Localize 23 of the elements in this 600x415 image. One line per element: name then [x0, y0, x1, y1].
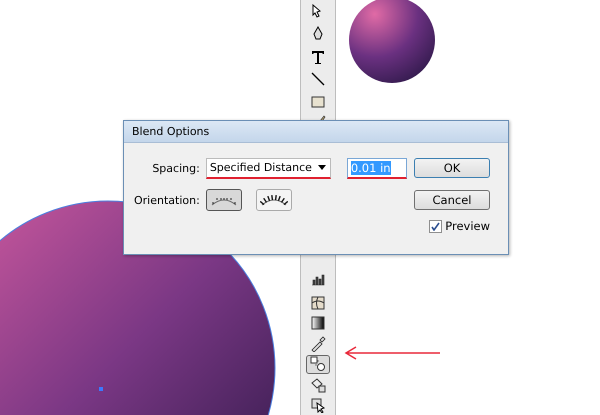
- spacing-label: Spacing:: [152, 162, 200, 174]
- line-icon: [310, 71, 326, 88]
- preview-label: Preview: [445, 219, 490, 233]
- gradient-icon: [310, 315, 326, 332]
- orientation-button[interactable]: [256, 189, 292, 211]
- mesh-icon: [310, 295, 326, 312]
- paint-bucket-icon: [310, 376, 326, 393]
- dropdown-arrow-icon: [318, 165, 326, 170]
- ok-button[interactable]: OK: [414, 158, 490, 178]
- type-icon: [310, 48, 326, 65]
- rectangle-icon: [310, 94, 326, 110]
- spacing-dropdown[interactable]: Specified Distance: [206, 158, 331, 178]
- preview-checkbox[interactable]: [429, 220, 442, 232]
- selection-icon: [310, 397, 326, 414]
- cancel-button[interactable]: Cancel: [414, 190, 490, 210]
- dialog-title: Blend Options: [124, 121, 508, 143]
- blend-icon: [310, 356, 326, 372]
- tool-button[interactable]: [306, 354, 330, 374]
- align-to-path-icon: [260, 193, 288, 207]
- anchor-point: [99, 387, 103, 391]
- checkmark-icon: [431, 222, 440, 230]
- eyedropper-icon: [310, 336, 326, 352]
- orientation-label: Orientation:: [134, 194, 200, 206]
